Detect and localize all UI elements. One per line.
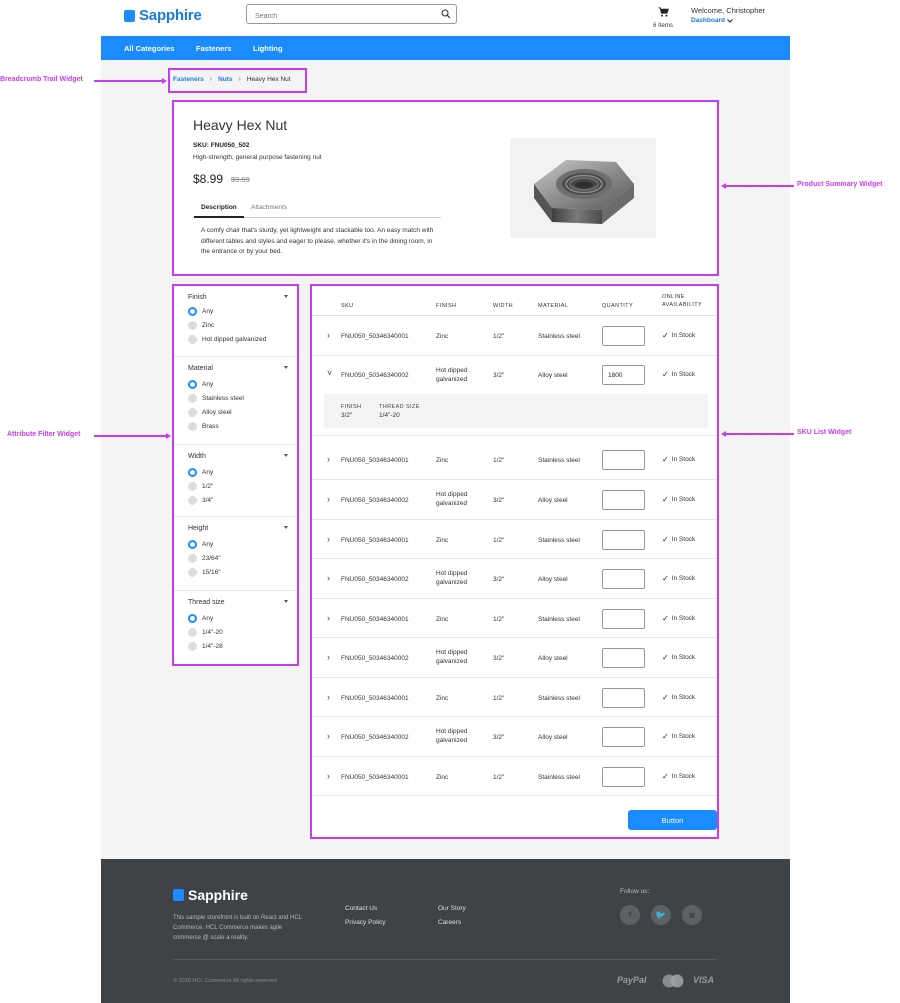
cart-icon [658,7,669,17]
search-box [246,4,457,26]
dashboard-link[interactable]: Dashboard [691,17,765,24]
copyright: © 2020 HCL Commerce All rights reserved [173,978,277,984]
annotation-label-product: Product Summary Widget [797,181,883,188]
annotation-box-product [172,100,719,276]
annotation-box-filter [172,284,299,666]
annotation-line [726,185,794,187]
footer-link-careers[interactable]: Careers [438,919,461,926]
brand-name: Sapphire [139,7,202,24]
visa-logo: VISA [693,975,715,985]
follow-us-label: Follow us: [620,888,650,895]
annotation-line [94,80,162,82]
twitter-icon[interactable]: 🐦 [651,905,671,925]
annotation-label-breadcrumb: Breadcrumb Trail Widget [0,76,83,83]
facebook-icon[interactable]: f [620,905,640,925]
cart[interactable]: 6 Items [651,4,675,29]
chevron-down-icon [727,18,733,23]
footer-logo[interactable]: Sapphire [173,887,248,903]
header: Sapphire 6 Items Welcome, Christopher Da… [101,0,790,36]
search-icon[interactable] [441,9,451,19]
annotation-box-breadcrumb [168,68,307,93]
arrow-left-icon [721,182,726,189]
instagram-icon[interactable]: ◙ [682,905,702,925]
annotation-box-sku [310,284,719,839]
brand-logo[interactable]: Sapphire [124,7,202,24]
annotation-label-sku: SKU List Widget [797,429,852,436]
footer-blurb: This sample storefront is built on React… [173,915,302,941]
nav-fasteners[interactable]: Fasteners [196,44,231,53]
mastercard-icon [662,974,684,988]
nav-lighting[interactable]: Lighting [253,44,283,53]
footer-link-privacy[interactable]: Privacy Policy [345,919,385,926]
account-menu[interactable]: Welcome, Christopher Dashboard [691,6,765,24]
arrow-left-icon [721,430,726,437]
welcome-text: Welcome, Christopher [691,6,766,15]
dashboard-label: Dashboard [691,17,725,24]
arrow-right-icon [162,77,167,84]
footer-link-contact[interactable]: Contact Us [345,905,377,912]
annotation-label-filter: Attribute Filter Widget [7,431,81,438]
nav-all-categories[interactable]: All Categories [124,44,174,53]
category-nav: All Categories Fasteners Lighting [101,36,790,60]
cart-count: 6 Items [653,23,673,29]
logo-icon [124,9,135,22]
footer: Sapphire This sample storefront is built… [101,859,790,1003]
footer-brand: Sapphire [188,887,248,903]
logo-icon [173,889,184,901]
search-input[interactable] [247,7,427,26]
annotation-line [726,433,794,435]
annotation-line [94,435,166,437]
footer-link-our-story[interactable]: Our Story [438,905,466,912]
paypal-logo: PayPal [617,975,647,985]
footer-divider [173,959,717,960]
arrow-right-icon [166,432,171,439]
